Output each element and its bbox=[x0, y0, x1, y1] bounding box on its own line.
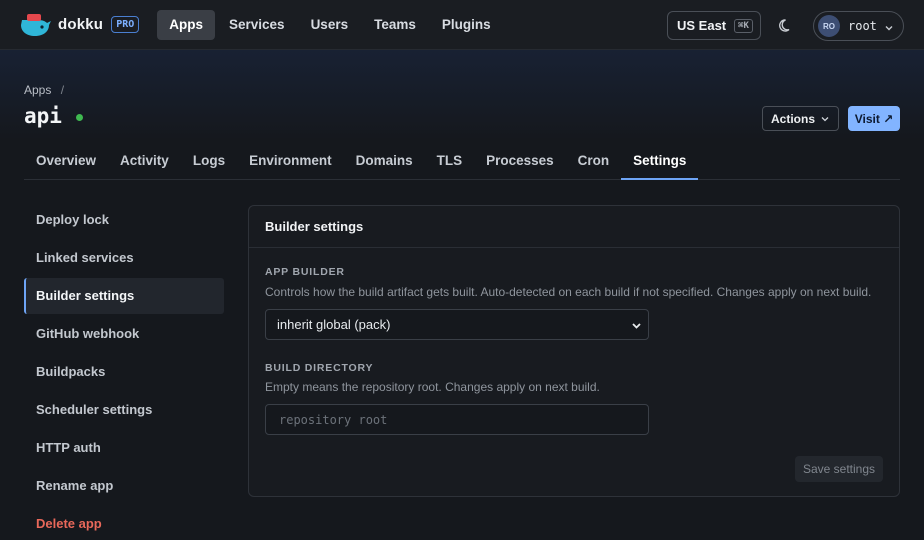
user-menu-button[interactable]: RO root bbox=[813, 11, 904, 41]
nav-plugins[interactable]: Plugins bbox=[430, 10, 503, 40]
sidebar-item-http-auth[interactable]: HTTP auth bbox=[24, 430, 224, 466]
chevron-down-icon bbox=[884, 21, 894, 31]
nav-services[interactable]: Services bbox=[217, 10, 297, 40]
app-builder-selected-value: inherit global (pack) bbox=[277, 317, 391, 332]
app-tabs: Overview Activity Logs Environment Domai… bbox=[24, 143, 900, 180]
user-name: root bbox=[848, 19, 877, 33]
sidebar-item-buildpacks[interactable]: Buildpacks bbox=[24, 354, 224, 390]
app-builder-help: Controls how the build artifact gets bui… bbox=[265, 285, 872, 299]
tab-activity[interactable]: Activity bbox=[108, 143, 181, 180]
sidebar-item-rename-app[interactable]: Rename app bbox=[24, 468, 224, 504]
app-status-indicator bbox=[76, 114, 83, 121]
region-switcher-button[interactable]: US East ⌘K bbox=[667, 11, 761, 40]
sidebar-item-linked-services[interactable]: Linked services bbox=[24, 240, 224, 276]
whale-logo-icon bbox=[18, 12, 54, 38]
nav-apps[interactable]: Apps bbox=[157, 9, 215, 40]
sidebar-item-deploy-lock[interactable]: Deploy lock bbox=[24, 202, 224, 238]
build-directory-input[interactable] bbox=[265, 404, 649, 435]
tab-tls[interactable]: TLS bbox=[425, 143, 475, 180]
breadcrumb-apps-link[interactable]: Apps bbox=[24, 83, 51, 97]
avatar: RO bbox=[818, 15, 840, 37]
tab-settings[interactable]: Settings bbox=[621, 143, 699, 180]
breadcrumb-separator: / bbox=[60, 83, 65, 97]
save-settings-button[interactable]: Save settings bbox=[795, 456, 883, 482]
sidebar-item-scheduler-settings[interactable]: Scheduler settings bbox=[24, 392, 224, 428]
command-shortcut-badge: ⌘K bbox=[734, 18, 753, 33]
tab-cron[interactable]: Cron bbox=[566, 143, 622, 180]
main-nav: Apps Services Users Teams Plugins bbox=[157, 9, 504, 40]
brand-name: dokku bbox=[58, 16, 104, 33]
actions-dropdown-button[interactable]: Actions bbox=[762, 106, 839, 131]
tab-domains[interactable]: Domains bbox=[344, 143, 425, 180]
page-title: api bbox=[24, 104, 62, 128]
build-directory-label: BUILD DIRECTORY bbox=[265, 362, 374, 374]
pro-badge: PRO bbox=[111, 16, 140, 33]
builder-settings-card: Builder settings APP BUILDER Controls ho… bbox=[248, 205, 900, 497]
sidebar-item-delete-app[interactable]: Delete app bbox=[24, 506, 224, 540]
chevron-down-icon bbox=[821, 116, 829, 121]
nav-teams[interactable]: Teams bbox=[362, 10, 428, 40]
sidebar-item-builder-settings[interactable]: Builder settings bbox=[24, 278, 224, 314]
actions-label: Actions bbox=[770, 111, 815, 126]
tab-processes[interactable]: Processes bbox=[474, 143, 566, 180]
settings-sidebar: Deploy lock Linked services Builder sett… bbox=[24, 202, 224, 540]
visit-button[interactable]: Visit ↗ bbox=[848, 106, 900, 131]
app-builder-select[interactable]: inherit global (pack) bbox=[265, 309, 649, 340]
build-directory-help: Empty means the repository root. Changes… bbox=[265, 380, 600, 394]
nav-users[interactable]: Users bbox=[299, 10, 361, 40]
sidebar-item-github-webhook[interactable]: GitHub webhook bbox=[24, 316, 224, 352]
chevron-down-icon bbox=[632, 323, 641, 329]
breadcrumb: Apps / bbox=[24, 83, 64, 97]
card-title: Builder settings bbox=[249, 206, 899, 248]
theme-toggle-moon-icon[interactable] bbox=[778, 17, 794, 33]
region-label: US East bbox=[677, 18, 727, 33]
tab-logs[interactable]: Logs bbox=[181, 143, 237, 180]
tab-environment[interactable]: Environment bbox=[237, 143, 344, 180]
brand[interactable]: dokku PRO bbox=[18, 12, 140, 38]
tab-overview[interactable]: Overview bbox=[24, 143, 108, 180]
app-builder-label: APP BUILDER bbox=[265, 266, 345, 278]
